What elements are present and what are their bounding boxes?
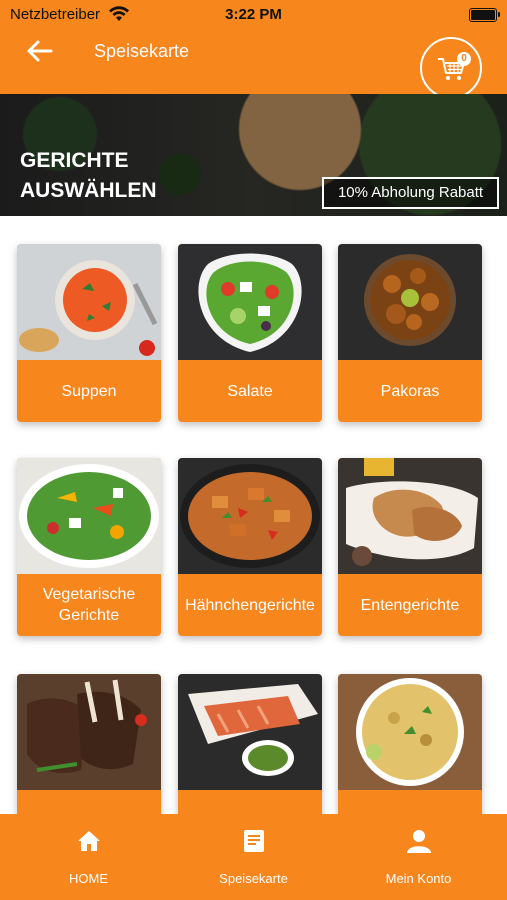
cart-button[interactable]: 0 bbox=[420, 37, 482, 99]
account-icon bbox=[407, 830, 431, 853]
category-card-haehnchengerichte[interactable]: Hähnchengerichte bbox=[178, 458, 322, 636]
nav-speisekarte[interactable]: Speisekarte bbox=[169, 814, 338, 900]
salad-image bbox=[178, 244, 322, 360]
vegetarian-dish-image bbox=[17, 458, 161, 574]
category-label: Vegetarische Gerichte bbox=[42, 586, 136, 624]
category-card-vegetarische-gerichte[interactable]: Vegetarische Gerichte bbox=[17, 458, 161, 636]
nav-label: Mein Konto bbox=[385, 871, 452, 886]
status-bar: Netzbetreiber 3:22 PM bbox=[0, 0, 507, 30]
duck-dish-image bbox=[338, 458, 482, 574]
cart-count-badge: 0 bbox=[457, 52, 471, 66]
clock: 3:22 PM bbox=[225, 6, 282, 23]
nav-label: Speisekarte bbox=[219, 871, 288, 886]
bottom-navigation: HOME Speisekarte Mein Konto bbox=[0, 814, 507, 900]
nav-label: HOME bbox=[69, 871, 108, 886]
battery-icon bbox=[469, 8, 500, 22]
back-arrow-icon[interactable] bbox=[26, 38, 54, 64]
biryani-image bbox=[338, 674, 482, 790]
category-label: Pakoras bbox=[380, 382, 440, 400]
category-label: Entengerichte bbox=[360, 596, 460, 614]
chicken-dish-image bbox=[178, 458, 322, 574]
menu-icon bbox=[244, 830, 264, 852]
soup-image bbox=[17, 244, 161, 360]
salmon-dish-image bbox=[178, 674, 322, 790]
category-card-salate[interactable]: Salate bbox=[178, 244, 322, 422]
discount-badge: 10% Abholung Rabatt bbox=[322, 177, 499, 209]
category-card-suppen[interactable]: Suppen bbox=[17, 244, 161, 422]
nav-mein-konto[interactable]: Mein Konto bbox=[334, 814, 503, 900]
nav-home[interactable]: HOME bbox=[4, 814, 173, 900]
page-title: Speisekarte bbox=[94, 41, 190, 61]
category-card-entengerichte[interactable]: Entengerichte bbox=[338, 458, 482, 636]
banner-title: GERICHTE AUSWÄHLEN bbox=[20, 149, 157, 202]
pakoras-image bbox=[338, 244, 482, 360]
lamb-ribs-image bbox=[17, 674, 161, 790]
category-card-pakoras[interactable]: Pakoras bbox=[338, 244, 482, 422]
category-label: Suppen bbox=[61, 382, 117, 400]
category-label: Salate bbox=[227, 382, 273, 400]
home-icon bbox=[78, 831, 100, 851]
category-label: Hähnchengerichte bbox=[185, 596, 315, 614]
